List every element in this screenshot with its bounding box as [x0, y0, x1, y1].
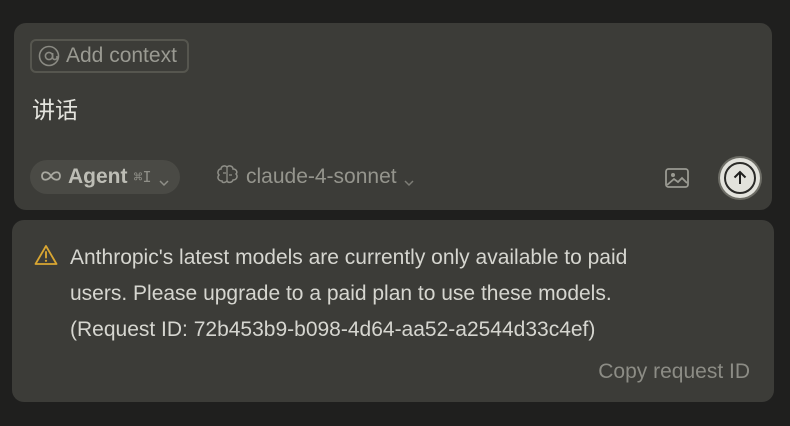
- model-label: claude-4-sonnet: [246, 165, 397, 188]
- chat-composer: Add context 讲话 Agent ⌘I claude-4-sonnet: [14, 23, 772, 210]
- copy-request-id-button[interactable]: Copy request ID: [598, 360, 750, 384]
- error-line: users. Please upgrade to a paid plan to …: [70, 282, 612, 305]
- image-icon: [664, 168, 690, 194]
- message-input[interactable]: 讲话: [32, 91, 78, 125]
- mode-label: Agent: [68, 165, 128, 188]
- add-context-label: Add context: [66, 44, 177, 67]
- warning-icon: [34, 244, 58, 266]
- error-line: (Request ID: 72b453b9-b098-4d64-aa52-a25…: [70, 318, 596, 341]
- mode-selector[interactable]: Agent ⌘I: [30, 160, 180, 194]
- chevron-down-icon: [403, 171, 415, 187]
- add-context-button[interactable]: Add context: [30, 39, 189, 73]
- arrow-up-icon: [724, 162, 756, 194]
- at-sign-icon: [38, 45, 60, 67]
- composer-toolbar: Agent ⌘I claude-4-sonnet: [30, 158, 760, 198]
- error-message-card: Anthropic's latest models are currently …: [12, 220, 774, 402]
- mode-shortcut: ⌘I: [133, 168, 152, 186]
- error-line: Anthropic's latest models are currently …: [70, 246, 628, 269]
- chevron-down-icon: [158, 171, 170, 187]
- error-text: Anthropic's latest models are currently …: [70, 240, 750, 348]
- model-selector[interactable]: claude-4-sonnet: [216, 160, 415, 194]
- brain-icon: [216, 163, 240, 191]
- infinity-icon: [40, 165, 62, 189]
- send-button[interactable]: [720, 158, 760, 198]
- attach-image-button[interactable]: [664, 166, 690, 190]
